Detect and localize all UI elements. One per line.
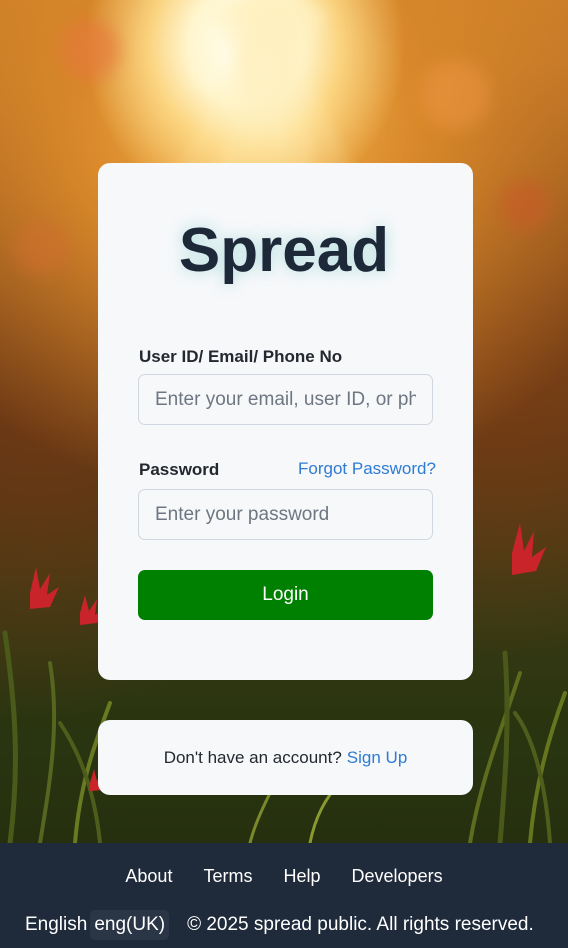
- footer-link-terms[interactable]: Terms: [203, 866, 252, 886]
- footer-link-developers[interactable]: Developers: [352, 866, 443, 886]
- language-label: English: [25, 914, 88, 935]
- footer-link-about[interactable]: About: [125, 866, 172, 886]
- footer-link-help[interactable]: Help: [283, 866, 320, 886]
- forgot-password-link[interactable]: Forgot Password?: [298, 459, 436, 479]
- app-logo: Spread: [178, 216, 390, 285]
- user-id-input[interactable]: [138, 374, 433, 425]
- user-id-label: User ID/ Email/ Phone No: [139, 347, 343, 366]
- copyright-text: © 2025 spread public. All rights reserve…: [187, 914, 534, 935]
- password-label: Password: [139, 460, 220, 479]
- signup-card: Don't have an account? Sign Up: [98, 720, 473, 795]
- signup-prompt: Don't have an account?: [163, 747, 342, 767]
- signup-link[interactable]: Sign Up: [347, 748, 407, 768]
- password-input[interactable]: [138, 489, 433, 540]
- login-button[interactable]: Login: [138, 570, 433, 620]
- language-select[interactable]: eng(UK): [90, 910, 170, 940]
- footer-nav: About Terms Help Developers: [0, 866, 568, 887]
- footer-bottom: English eng(UK) © 2025 spread public. Al…: [25, 908, 568, 942]
